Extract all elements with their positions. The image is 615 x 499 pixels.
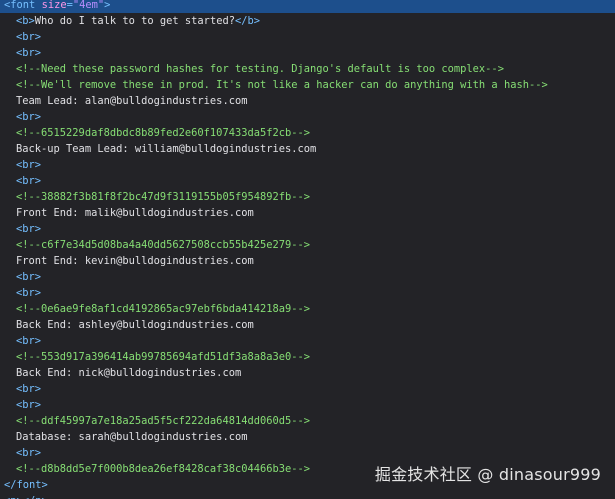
markup-text-node[interactable]: Front End: kevin@bulldogindustries.com — [0, 253, 615, 269]
tag-text: <br> — [16, 223, 42, 235]
markup-element-node[interactable]: <br> — [0, 445, 615, 461]
markup-element-node[interactable]: <b>Who do I talk to to get started?</b> — [0, 13, 615, 29]
comment-text: <!--553d917a396414ab99785694afd51df3a8a8… — [16, 351, 311, 363]
tag-text: <br> — [16, 31, 42, 43]
markup-text-node[interactable]: Database: sarah@bulldogindustries.com — [0, 429, 615, 445]
markup-comment-node[interactable]: <!--38882f3b81f8f2bc47d9f3119155b05f9548… — [0, 189, 615, 205]
markup-comment-node[interactable]: <!--We'll remove these in prod. It's not… — [0, 77, 615, 93]
comment-text: <!--0e6ae9fe8af1cd4192865ac97ebf6bda4142… — [16, 303, 311, 315]
tag-text: <br> — [16, 271, 42, 283]
comment-text: <!--6515229daf8dbdc8b89fed2e60f107433da5… — [16, 127, 311, 139]
markup-element-node[interactable]: <br> — [0, 157, 615, 173]
tag-text: <br> — [16, 287, 42, 299]
attribute-value: "4em" — [72, 0, 105, 11]
tag-text: <br> — [16, 447, 42, 459]
tag-bracket: > — [104, 0, 111, 11]
markup-element-node[interactable]: <br> — [0, 109, 615, 125]
comment-text: <!--We'll remove these in prod. It's not… — [16, 79, 548, 91]
comment-text: <!--Need these password hashes for testi… — [16, 63, 504, 75]
text-content: Back-up Team Lead: william@bulldogindust… — [16, 143, 317, 155]
markup-element-node[interactable]: <br> — [0, 285, 615, 301]
watermark: 掘金技术社区 @ dinasour999 — [374, 465, 601, 484]
tag-text: <br> — [16, 383, 42, 395]
tag-text: </font> — [4, 479, 48, 491]
markup-view: <font size="4em"> <b>Who do I talk to to … — [0, 0, 615, 499]
markup-element-node[interactable]: <br> — [0, 29, 615, 45]
markup-comment-node[interactable]: <!--ddf45997a7e18a25ad5f5cf222da64814dd0… — [0, 413, 615, 429]
markup-element-node[interactable]: <br> — [0, 221, 615, 237]
tag-name: font — [10, 0, 36, 11]
markup-text-node[interactable]: Back-up Team Lead: william@bulldogindust… — [0, 141, 615, 157]
markup-element-node[interactable]: <font size="4em"> — [0, 0, 615, 13]
markup-comment-node[interactable]: <!--553d917a396414ab99785694afd51df3a8a8… — [0, 349, 615, 365]
text-content: Database: sarah@bulldogindustries.com — [16, 431, 248, 443]
markup-text-node[interactable]: Back End: ashley@bulldogindustries.com — [0, 317, 615, 333]
tag-text: <p></p> — [4, 495, 48, 499]
markup-comment-node[interactable]: <!--0e6ae9fe8af1cd4192865ac97ebf6bda4142… — [0, 301, 615, 317]
markup-text-node[interactable]: Back End: nick@bulldogindustries.com — [0, 365, 615, 381]
tag-text: <br> — [16, 159, 42, 171]
tag-text: <br> — [16, 175, 42, 187]
markup-element-node[interactable]: <br> — [0, 269, 615, 285]
text-content: Front End: kevin@bulldogindustries.com — [16, 255, 254, 267]
markup-text-node[interactable]: Team Lead: alan@bulldogindustries.com — [0, 93, 615, 109]
comment-text: <!--ddf45997a7e18a25ad5f5cf222da64814dd0… — [16, 415, 311, 427]
element-text: Who do I talk to to get started? — [34, 15, 235, 27]
tag-text: <br> — [16, 47, 42, 59]
tag-text: <br> — [16, 111, 42, 123]
attribute-name: size — [41, 0, 67, 11]
comment-text: <!--c6f7e34d5d08ba4a40dd5627508ccb55b425… — [16, 239, 311, 251]
markup-element-node[interactable]: <br> — [0, 173, 615, 189]
markup-element-node[interactable]: <br> — [0, 397, 615, 413]
markup-element-node[interactable]: <br> — [0, 381, 615, 397]
markup-comment-node[interactable]: <!--6515229daf8dbdc8b89fed2e60f107433da5… — [0, 125, 615, 141]
text-content: Team Lead: alan@bulldogindustries.com — [16, 95, 248, 107]
close-tag: </b> — [234, 15, 260, 27]
open-tag: <b> — [16, 15, 35, 27]
text-content: Front End: malik@bulldogindustries.com — [16, 207, 254, 219]
tag-text: <br> — [16, 399, 42, 411]
markup-element-node[interactable]: <p></p> — [0, 493, 615, 499]
text-content: Back End: ashley@bulldogindustries.com — [16, 319, 254, 331]
markup-comment-node[interactable]: <!--Need these password hashes for testi… — [0, 61, 615, 77]
markup-element-node[interactable]: <br> — [0, 333, 615, 349]
tag-text: <br> — [16, 335, 42, 347]
markup-element-node[interactable]: <br> — [0, 45, 615, 61]
markup-text-node[interactable]: Front End: malik@bulldogindustries.com — [0, 205, 615, 221]
markup-comment-node[interactable]: <!--c6f7e34d5d08ba4a40dd5627508ccb55b425… — [0, 237, 615, 253]
comment-text: <!--d8b8dd5e7f000b8dea26ef8428caf38c0446… — [16, 463, 311, 475]
text-content: Back End: nick@bulldogindustries.com — [16, 367, 242, 379]
comment-text: <!--38882f3b81f8f2bc47d9f3119155b05f9548… — [16, 191, 311, 203]
